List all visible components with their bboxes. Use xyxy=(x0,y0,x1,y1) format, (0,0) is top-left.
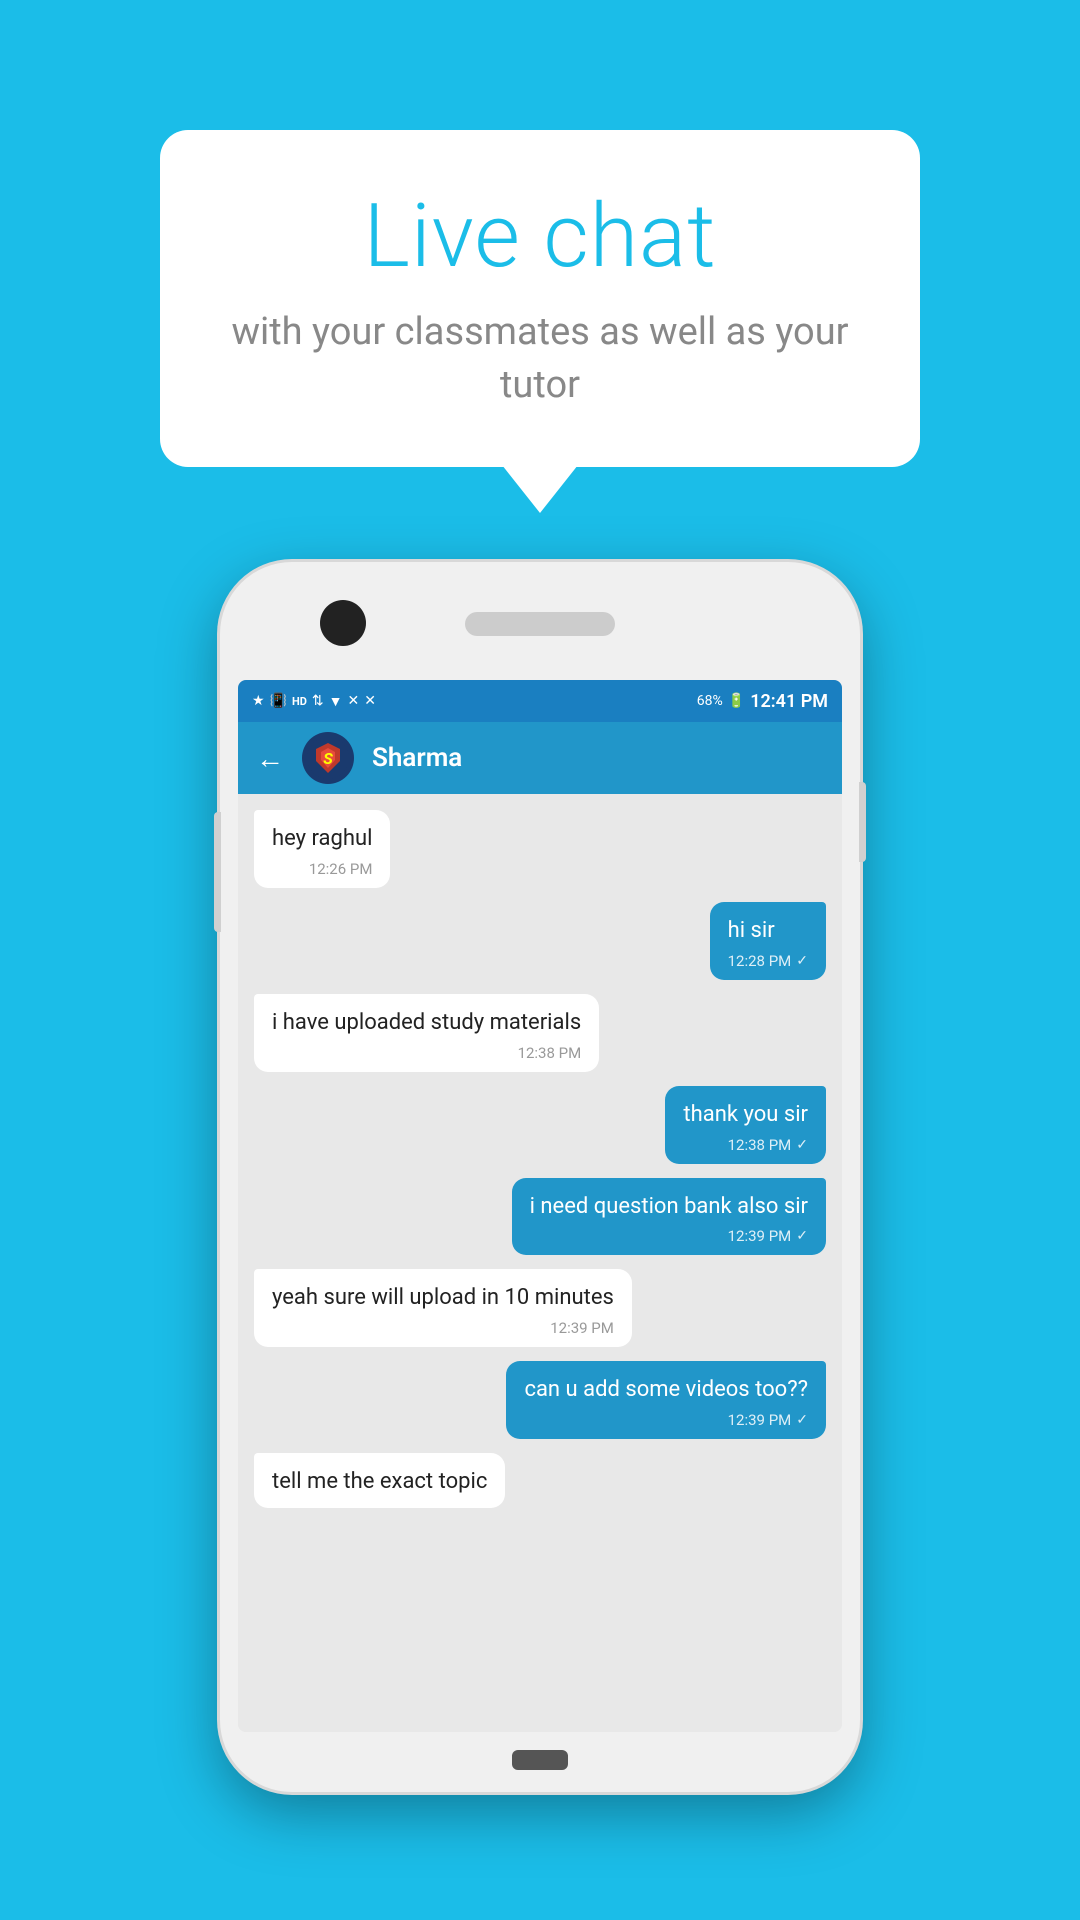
battery-percent: 68% xyxy=(697,693,723,709)
check-icon: ✓ xyxy=(796,1412,808,1428)
signal-icon: ✕ xyxy=(348,693,360,709)
back-button[interactable]: ← xyxy=(256,742,284,775)
bluetooth-icon: ★ xyxy=(252,693,265,709)
message-time: 12:39 PM xyxy=(728,1411,792,1429)
message-row: yeah sure will upload in 10 minutes 12:3… xyxy=(254,1269,826,1347)
phone-speaker xyxy=(465,612,615,636)
svg-text:S: S xyxy=(323,749,333,768)
contact-name: Sharma xyxy=(372,743,462,773)
message-bubble-sent: i need question bank also sir 12:39 PM ✓ xyxy=(512,1178,826,1256)
signal2-icon: ✕ xyxy=(364,693,376,709)
side-button-left xyxy=(214,812,221,932)
status-bar: ★ 📳 HD ⇅ ▼ ✕ ✕ 68% 🔋 12:41 PM xyxy=(238,680,842,722)
message-bubble-received: i have uploaded study materials 12:38 PM xyxy=(254,994,599,1072)
status-icons-left: ★ 📳 HD ⇅ ▼ ✕ ✕ xyxy=(252,693,376,710)
message-meta: 12:39 PM ✓ xyxy=(530,1227,808,1245)
message-row: hey raghul 12:26 PM xyxy=(254,810,826,888)
check-icon: ✓ xyxy=(796,953,808,969)
promo-section: Live chat with your classmates as well a… xyxy=(160,130,920,467)
vibrate-icon: 📳 xyxy=(270,693,287,709)
message-bubble-sent: thank you sir 12:38 PM ✓ xyxy=(665,1086,826,1164)
hd-icon: HD xyxy=(292,695,307,708)
message-time: 12:39 PM xyxy=(728,1227,792,1245)
message-bubble-received: yeah sure will upload in 10 minutes 12:3… xyxy=(254,1269,632,1347)
message-text: thank you sir xyxy=(683,1100,808,1131)
message-text: tell me the exact topic xyxy=(272,1467,487,1498)
message-text: hi sir xyxy=(728,916,808,947)
chat-area: hey raghul 12:26 PM hi sir 12:28 PM ✓ xyxy=(238,794,842,1732)
phone-screen: ★ 📳 HD ⇅ ▼ ✕ ✕ 68% 🔋 12:41 PM ← xyxy=(238,680,842,1732)
message-bubble-sent: can u add some videos too?? 12:39 PM ✓ xyxy=(506,1361,826,1439)
message-time: 12:38 PM xyxy=(728,1136,792,1154)
message-time: 12:39 PM xyxy=(550,1319,614,1337)
message-row: can u add some videos too?? 12:39 PM ✓ xyxy=(254,1361,826,1439)
speech-bubble: Live chat with your classmates as well a… xyxy=(160,130,920,467)
side-button-right xyxy=(859,782,866,862)
message-row: tell me the exact topic xyxy=(254,1453,826,1508)
superman-avatar-icon: S xyxy=(307,737,349,779)
message-row: thank you sir 12:38 PM ✓ xyxy=(254,1086,826,1164)
message-time: 12:26 PM xyxy=(309,860,373,878)
phone-home-button xyxy=(512,1750,568,1770)
message-row: i have uploaded study materials 12:38 PM xyxy=(254,994,826,1072)
app-bar: ← S Sharma xyxy=(238,722,842,794)
message-meta: 12:38 PM xyxy=(272,1044,581,1062)
main-title: Live chat xyxy=(230,185,850,288)
status-bar-right: 68% 🔋 12:41 PM xyxy=(697,691,828,712)
arrows-icon: ⇅ xyxy=(312,693,324,709)
check-icon: ✓ xyxy=(796,1137,808,1153)
message-meta: 12:38 PM ✓ xyxy=(683,1136,808,1154)
check-icon: ✓ xyxy=(796,1228,808,1244)
message-text: can u add some videos too?? xyxy=(524,1375,808,1406)
message-row: i need question bank also sir 12:39 PM ✓ xyxy=(254,1178,826,1256)
message-meta: 12:39 PM xyxy=(272,1319,614,1337)
message-meta: 12:39 PM ✓ xyxy=(524,1411,808,1429)
battery-icon: 🔋 xyxy=(728,693,745,709)
avatar: S xyxy=(302,732,354,784)
message-text: hey raghul xyxy=(272,824,372,855)
message-bubble-sent: hi sir 12:28 PM ✓ xyxy=(710,902,826,980)
phone-mockup: ★ 📳 HD ⇅ ▼ ✕ ✕ 68% 🔋 12:41 PM ← xyxy=(220,562,860,1792)
phone-camera xyxy=(320,600,366,646)
message-time: 12:38 PM xyxy=(518,1044,582,1062)
phone-body: ★ 📳 HD ⇅ ▼ ✕ ✕ 68% 🔋 12:41 PM ← xyxy=(220,562,860,1792)
message-bubble-received: hey raghul 12:26 PM xyxy=(254,810,390,888)
message-bubble-received-partial: tell me the exact topic xyxy=(254,1453,505,1508)
message-time: 12:28 PM xyxy=(728,952,792,970)
message-meta: 12:28 PM ✓ xyxy=(728,952,808,970)
message-text: yeah sure will upload in 10 minutes xyxy=(272,1283,614,1314)
status-time: 12:41 PM xyxy=(750,691,828,712)
message-row: hi sir 12:28 PM ✓ xyxy=(254,902,826,980)
subtitle: with your classmates as well as your tut… xyxy=(230,306,850,412)
message-text: i need question bank also sir xyxy=(530,1192,808,1223)
wifi-icon: ▼ xyxy=(329,693,343,710)
message-text: i have uploaded study materials xyxy=(272,1008,581,1039)
message-meta: 12:26 PM xyxy=(272,860,372,878)
